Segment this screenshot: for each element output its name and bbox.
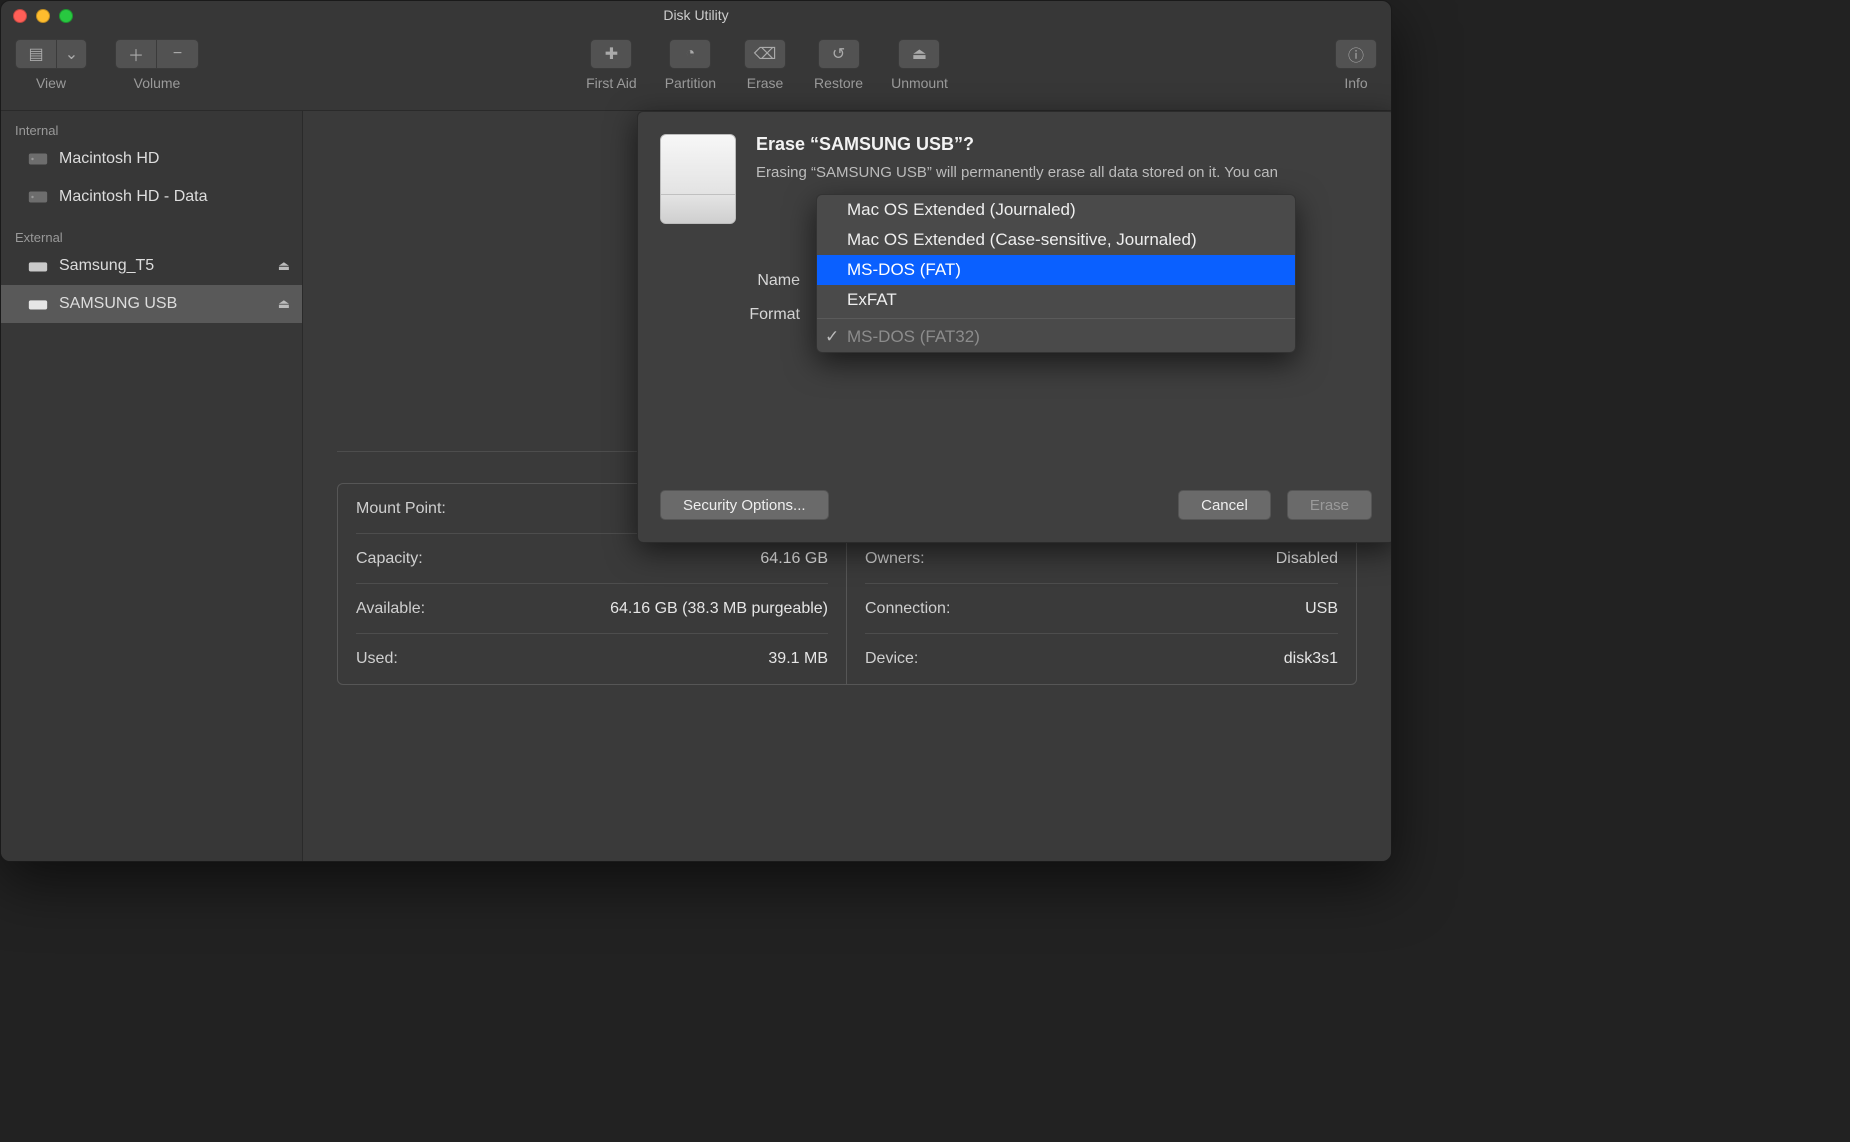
restore-button[interactable]: ↺ — [818, 39, 860, 69]
external-drive-icon — [27, 293, 49, 315]
menu-separator — [817, 318, 1295, 319]
restore-icon: ↺ — [832, 44, 845, 64]
toolbar-label-partition: Partition — [665, 75, 716, 91]
format-option-macos-caseinsensitive[interactable]: Mac OS Extended (Case-sensitive, Journal… — [817, 225, 1295, 255]
zoom-icon[interactable] — [59, 9, 73, 23]
close-icon[interactable] — [13, 9, 27, 23]
disk-utility-window: Disk Utility ▤ ⌄ View ＋ − Volume ✚ First … — [0, 0, 1392, 862]
sidebar-item-macintosh-hd[interactable]: Macintosh HD — [1, 140, 302, 178]
window-title: Disk Utility — [663, 7, 728, 23]
sidebar-item-label: Macintosh HD - Data — [59, 188, 208, 206]
sidebar: Internal Macintosh HD Macintosh HD - Dat… — [1, 111, 303, 861]
plus-icon: ＋ — [128, 42, 144, 66]
sidebar-item-label: Macintosh HD — [59, 150, 159, 168]
eject-icon: ⏏ — [912, 44, 927, 64]
stethoscope-icon: ✚ — [605, 44, 618, 64]
format-current-selection: ✓MS-DOS (FAT32) — [817, 322, 1295, 352]
toolbar-label-unmount: Unmount — [891, 75, 948, 91]
hdd-icon — [27, 186, 49, 208]
cancel-button[interactable]: Cancel — [1178, 490, 1271, 520]
sidebar-item-samsung-t5[interactable]: Samsung_T5 ⏏ — [1, 247, 302, 285]
erase-confirm-button[interactable]: Erase — [1287, 490, 1372, 520]
first-aid-button[interactable]: ✚ — [590, 39, 632, 69]
view-sidebar-button[interactable]: ▤ — [15, 39, 57, 69]
partition-button[interactable]: ◔ — [669, 39, 711, 69]
sidebar-section-internal: Internal — [1, 117, 302, 140]
minus-icon: − — [173, 45, 182, 63]
security-options-button[interactable]: Security Options... — [660, 490, 829, 520]
volume-add-button[interactable]: ＋ — [115, 39, 157, 69]
unmount-button[interactable]: ⏏ — [898, 39, 940, 69]
main-pane: 64.16 GB Mount Point:/Volumes/SAMSUNG US… — [303, 111, 1391, 861]
pie-icon: ◔ — [686, 45, 696, 63]
sidebar-icon: ▤ — [28, 44, 43, 64]
eraser-icon: ⌫ — [754, 44, 777, 64]
toolbar-label-info: Info — [1344, 75, 1367, 91]
toolbar-label-volume: Volume — [134, 75, 181, 91]
titlebar[interactable]: Disk Utility — [1, 1, 1391, 29]
format-option-exfat[interactable]: ExFAT — [817, 285, 1295, 315]
toolbar-label-view: View — [36, 75, 66, 91]
info-row-connection: Connection:USB — [865, 584, 1338, 634]
info-button[interactable]: ⓘ — [1335, 39, 1377, 69]
sidebar-item-label: Samsung_T5 — [59, 257, 154, 275]
erase-dialog: Erase “SAMSUNG USB”? Erasing “SAMSUNG US… — [637, 111, 1392, 543]
toolbar-label-firstaid: First Aid — [586, 75, 637, 91]
sidebar-item-label: SAMSUNG USB — [59, 295, 177, 313]
view-menu-button[interactable]: ⌄ — [57, 39, 87, 69]
check-icon: ✓ — [825, 327, 839, 347]
eject-icon[interactable]: ⏏ — [278, 258, 290, 274]
info-icon: ⓘ — [1348, 42, 1364, 66]
external-drive-icon — [27, 255, 49, 277]
format-label: Format — [660, 306, 800, 324]
info-row-device: Device:disk3s1 — [865, 634, 1338, 684]
toolbar: ▤ ⌄ View ＋ − Volume ✚ First Aid ◔ Partitio… — [1, 29, 1391, 111]
format-dropdown-menu[interactable]: Mac OS Extended (Journaled) Mac OS Exten… — [816, 194, 1296, 353]
dialog-title: Erase “SAMSUNG USB”? — [756, 134, 1372, 155]
toolbar-label-erase: Erase — [747, 75, 784, 91]
hdd-icon — [27, 148, 49, 170]
dialog-subtitle: Erasing “SAMSUNG USB” will permanently e… — [756, 163, 1372, 183]
chevron-down-icon: ⌄ — [65, 44, 78, 64]
drive-icon — [660, 134, 736, 224]
toolbar-label-restore: Restore — [814, 75, 863, 91]
sidebar-item-samsung-usb[interactable]: SAMSUNG USB ⏏ — [1, 285, 302, 323]
info-row-used: Used:39.1 MB — [356, 634, 828, 684]
name-label: Name — [660, 272, 800, 290]
volume-remove-button[interactable]: − — [157, 39, 199, 69]
eject-icon[interactable]: ⏏ — [278, 296, 290, 312]
format-option-macos-journaled[interactable]: Mac OS Extended (Journaled) — [817, 195, 1295, 225]
sidebar-section-external: External — [1, 224, 302, 247]
erase-button[interactable]: ⌫ — [744, 39, 786, 69]
info-row-available: Available:64.16 GB (38.3 MB purgeable) — [356, 584, 828, 634]
format-option-msdos-fat[interactable]: MS-DOS (FAT) — [817, 255, 1295, 285]
minimize-icon[interactable] — [36, 9, 50, 23]
sidebar-item-macintosh-hd-data[interactable]: Macintosh HD - Data — [1, 178, 302, 216]
